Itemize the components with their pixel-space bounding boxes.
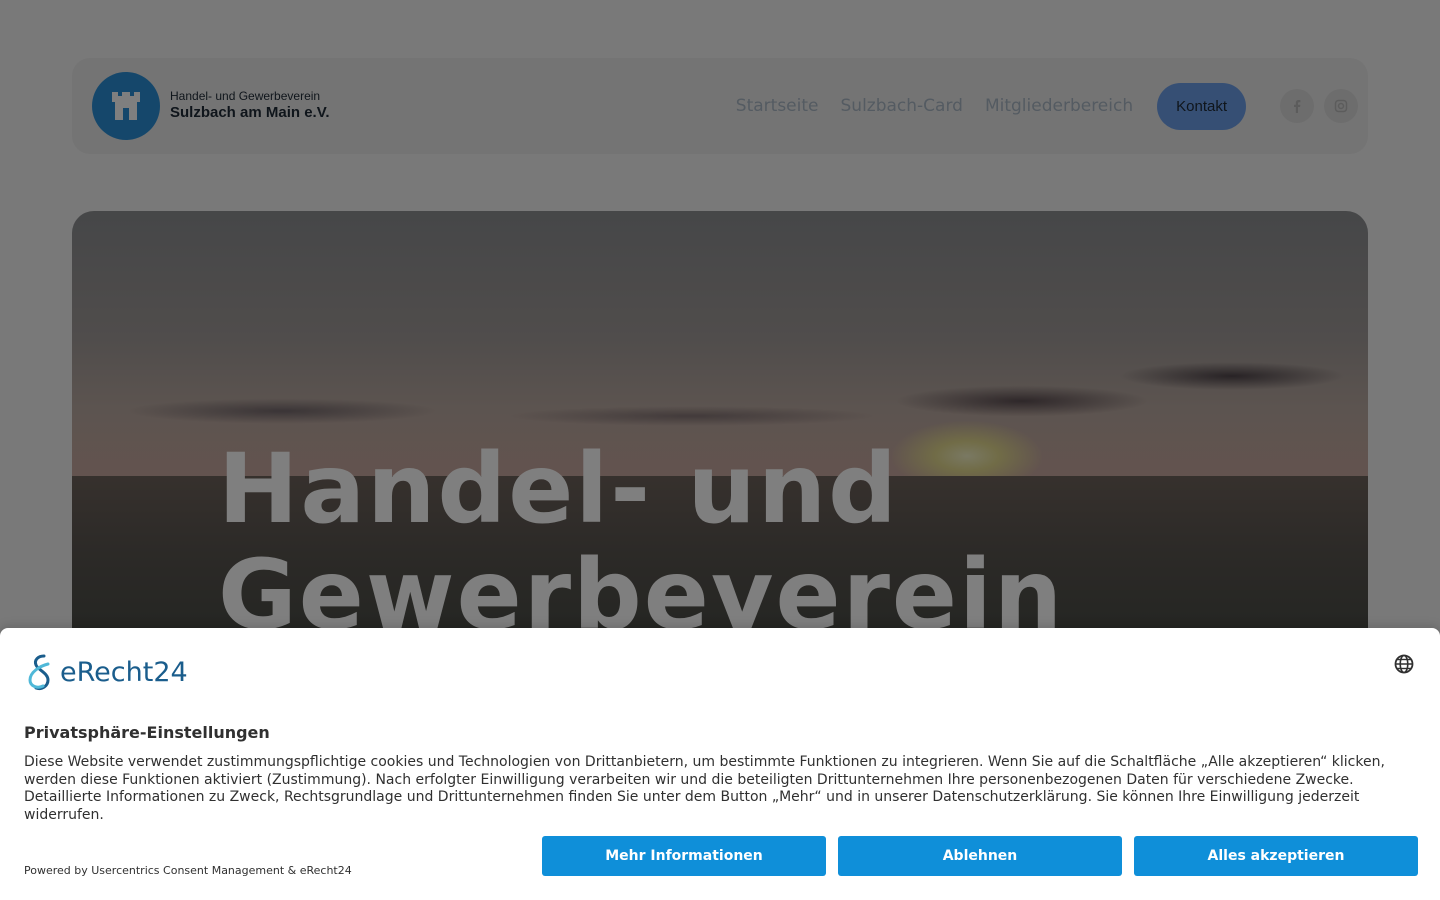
consent-buttons: Mehr Informationen Ablehnen Alles akzept… <box>542 836 1418 876</box>
brand-name: eRecht24 <box>60 656 188 688</box>
consent-text: Diese Website verwendet zustimmungspflic… <box>24 754 1385 823</box>
erecht24-logo: eRecht24 <box>24 652 188 692</box>
erecht24-mark-icon <box>28 654 50 690</box>
cookie-consent-banner: eRecht24 Privatsphäre-Einstellungen Dies… <box>0 628 1440 900</box>
more-info-button[interactable]: Mehr Informationen <box>542 836 826 876</box>
consent-title: Privatsphäre-Einstellungen <box>24 723 270 742</box>
powered-by-text[interactable]: Powered by Usercentrics Consent Manageme… <box>24 864 352 877</box>
language-globe-icon[interactable] <box>1394 654 1414 674</box>
decline-button[interactable]: Ablehnen <box>838 836 1122 876</box>
accept-all-button[interactable]: Alles akzeptieren <box>1134 836 1418 876</box>
